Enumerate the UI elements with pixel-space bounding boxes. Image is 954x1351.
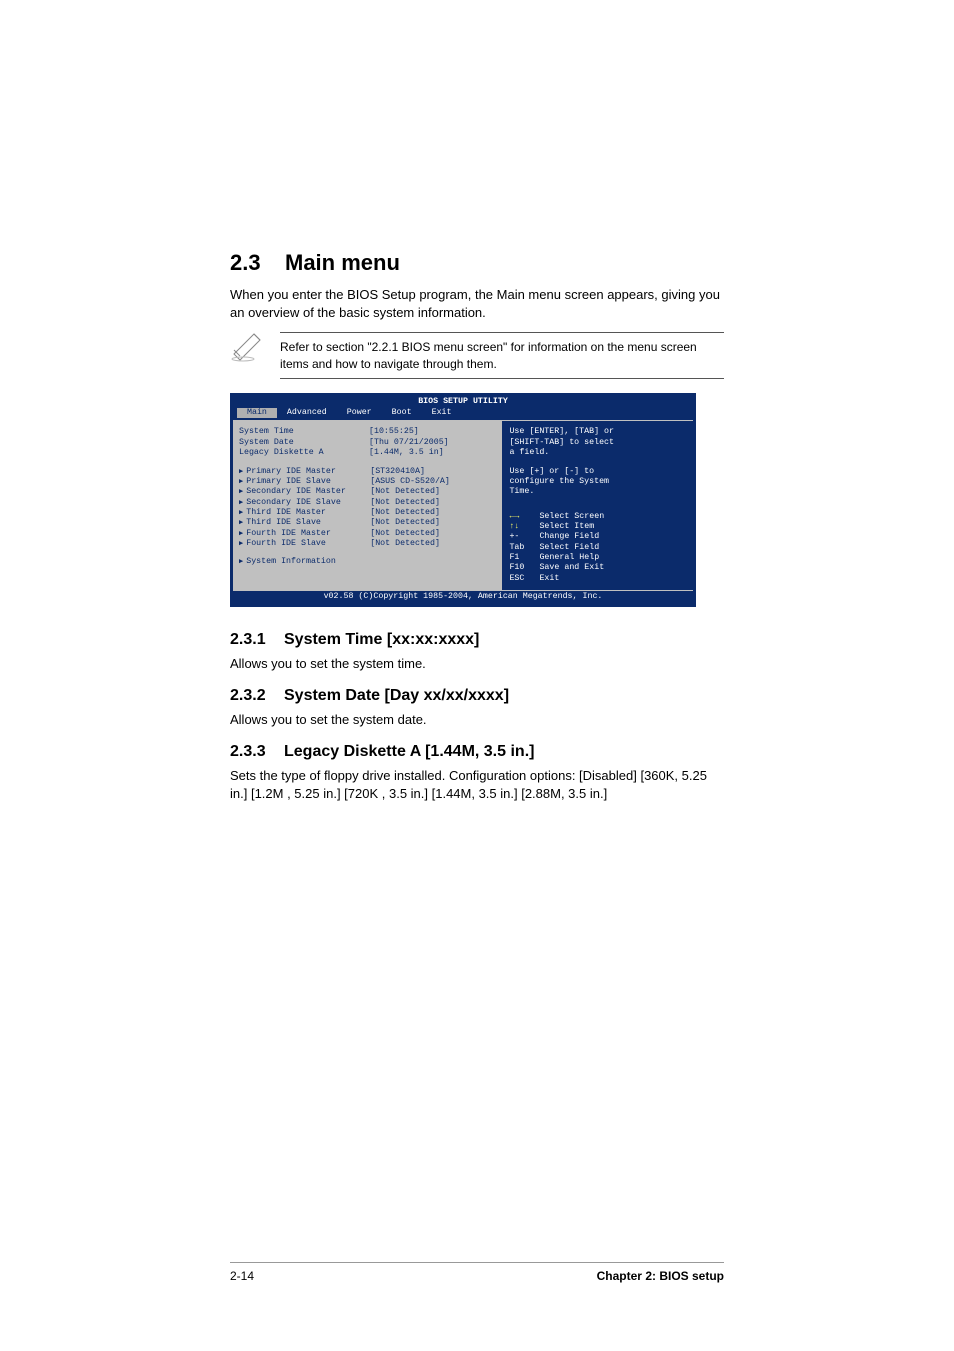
bios-field-value: [Not Detected]	[370, 498, 440, 508]
subsection-title: Legacy Diskette A [1.44M, 3.5 in.]	[284, 743, 534, 760]
section-heading: 2.3Main menu	[230, 250, 724, 276]
page-footer: 2-14 Chapter 2: BIOS setup	[230, 1262, 724, 1283]
section-number: 2.3	[230, 250, 285, 276]
bios-main-panel: System Time[10:55:25] System Date[Thu 07…	[233, 421, 503, 590]
bios-key: ↑↓	[509, 522, 539, 532]
bios-field-label: Primary IDE Master	[246, 467, 370, 477]
triangle-right-icon: ▶	[239, 540, 243, 549]
bios-key-desc: Select Field	[539, 543, 599, 553]
bios-help-text: Use [ENTER], [TAB] or	[509, 427, 687, 437]
triangle-right-icon: ▶	[239, 499, 243, 508]
subsection-title: System Date [Day xx/xx/xxxx]	[284, 687, 509, 704]
subsection-heading: 2.3.3Legacy Diskette A [1.44M, 3.5 in.]	[230, 743, 724, 761]
triangle-right-icon: ▶	[239, 530, 243, 539]
bios-key-desc: Change Field	[539, 532, 599, 542]
subsection-title: System Time [xx:xx:xxxx]	[284, 631, 479, 648]
bios-help-text: [SHIFT-TAB] to select	[509, 438, 687, 448]
triangle-right-icon: ▶	[239, 468, 243, 477]
triangle-right-icon: ▶	[239, 488, 243, 497]
bios-field-value: [Not Detected]	[370, 518, 440, 528]
bios-help-text: Time.	[509, 487, 687, 497]
bios-system-information: System Information	[246, 557, 376, 567]
bios-key: +-	[509, 532, 539, 542]
subsection-number: 2.3.1	[230, 631, 284, 649]
bios-field-label: Legacy Diskette A	[239, 448, 369, 458]
triangle-right-icon: ▶	[239, 478, 243, 487]
chapter-label: Chapter 2: BIOS setup	[597, 1269, 724, 1283]
pencil-icon	[230, 332, 268, 362]
bios-help-text: configure the System	[509, 477, 687, 487]
bios-field-label: System Date	[239, 438, 369, 448]
bios-help-text: Use [+] or [-] to	[509, 467, 687, 477]
page-number: 2-14	[230, 1269, 254, 1283]
subsection-heading: 2.3.2System Date [Day xx/xx/xxxx]	[230, 687, 724, 705]
bios-tab-exit: Exit	[422, 408, 462, 418]
bios-help-text: a field.	[509, 448, 687, 458]
bios-field-value: [Not Detected]	[370, 539, 440, 549]
bios-key-desc: Select Item	[539, 522, 594, 532]
bios-field-label: Secondary IDE Master	[246, 487, 370, 497]
bios-key: ESC	[509, 574, 539, 584]
bios-field-value: [Not Detected]	[370, 529, 440, 539]
bios-key-desc: Exit	[539, 574, 559, 584]
bios-title: BIOS SETUP UTILITY	[233, 396, 693, 408]
bios-key-desc: Select Screen	[539, 512, 604, 522]
bios-field-value: [Not Detected]	[370, 487, 440, 497]
intro-paragraph: When you enter the BIOS Setup program, t…	[230, 286, 724, 322]
bios-field-value: [ASUS CD-S520/A]	[370, 477, 450, 487]
bios-field-value: [ST320410A]	[370, 467, 425, 477]
bios-key: ←→	[509, 512, 539, 522]
bios-tab-advanced: Advanced	[277, 408, 337, 418]
note-callout: Refer to section "2.2.1 BIOS menu screen…	[230, 332, 724, 378]
bios-tab-boot: Boot	[382, 408, 422, 418]
bios-field-value: [1.44M, 3.5 in]	[369, 448, 444, 458]
subsection-heading: 2.3.1System Time [xx:xx:xxxx]	[230, 631, 724, 649]
bios-field-label: System Time	[239, 427, 369, 437]
bios-field-label: Fourth IDE Master	[246, 529, 370, 539]
subsection-number: 2.3.2	[230, 687, 284, 705]
section-title-text: Main menu	[285, 250, 400, 275]
bios-screenshot: BIOS SETUP UTILITY Main Advanced Power B…	[230, 393, 696, 607]
bios-field-value: [10:55:25]	[369, 427, 419, 437]
subsection-text: Allows you to set the system date.	[230, 711, 724, 729]
bios-copyright: v02.58 (C)Copyright 1985-2004, American …	[233, 591, 693, 603]
bios-key: F10	[509, 563, 539, 573]
subsection-text: Allows you to set the system time.	[230, 655, 724, 673]
triangle-right-icon: ▶	[239, 509, 243, 518]
bios-field-label: Primary IDE Slave	[246, 477, 370, 487]
bios-field-label: Third IDE Slave	[246, 518, 370, 528]
subsection-number: 2.3.3	[230, 743, 284, 761]
note-text: Refer to section "2.2.1 BIOS menu screen…	[280, 332, 724, 378]
bios-help-panel: Use [ENTER], [TAB] or [SHIFT-TAB] to sel…	[503, 421, 693, 590]
triangle-right-icon: ▶	[239, 519, 243, 528]
bios-tab-power: Power	[337, 408, 382, 418]
bios-field-label: Third IDE Master	[246, 508, 370, 518]
bios-key: Tab	[509, 543, 539, 553]
bios-field-value: [Thu 07/21/2005]	[369, 438, 449, 448]
bios-tab-main: Main	[237, 408, 277, 418]
bios-key-desc: General Help	[539, 553, 599, 563]
bios-key: F1	[509, 553, 539, 563]
triangle-right-icon: ▶	[239, 558, 243, 567]
bios-tab-bar: Main Advanced Power Boot Exit	[233, 408, 693, 420]
subsection-text: Sets the type of floppy drive installed.…	[230, 767, 724, 803]
bios-field-value: [Not Detected]	[370, 508, 440, 518]
bios-key-desc: Save and Exit	[539, 563, 604, 573]
bios-field-label: Secondary IDE Slave	[246, 498, 370, 508]
bios-field-label: Fourth IDE Slave	[246, 539, 370, 549]
